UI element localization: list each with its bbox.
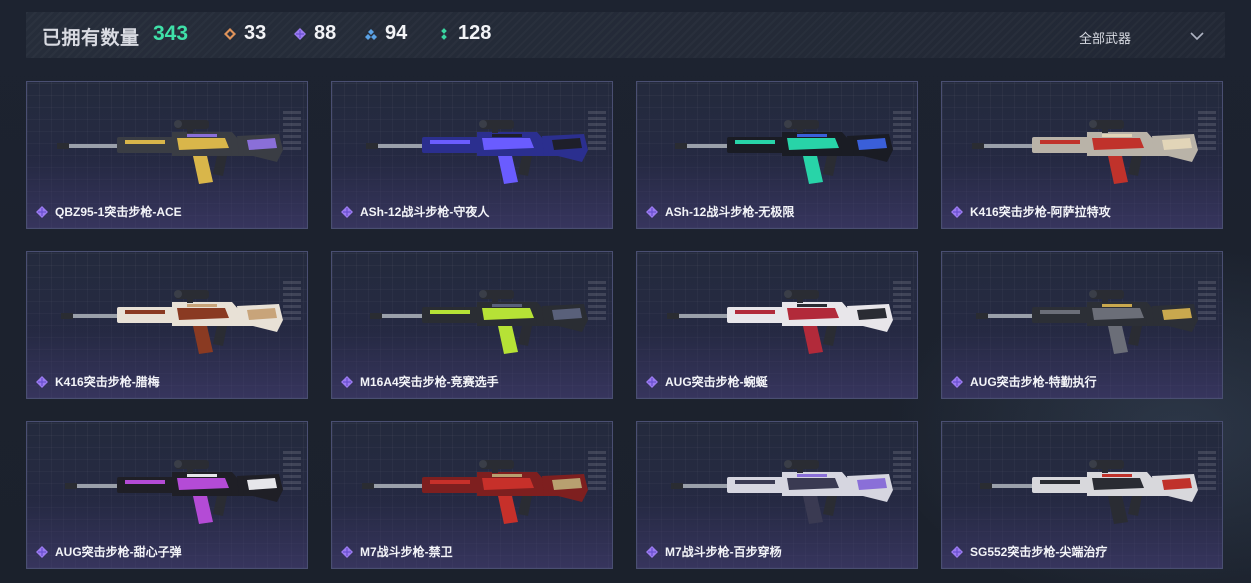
purple-rarity-icon: [341, 545, 353, 558]
weapon-filter-label: 全部武器: [1079, 31, 1132, 46]
weapon-card[interactable]: K416突击步枪-阿萨拉特攻: [941, 81, 1223, 229]
blue-diamond-icon: [363, 26, 379, 42]
weapon-skin-image: [61, 290, 283, 354]
weapon-name: QBZ95-1突击步枪-ACE: [55, 205, 182, 219]
purple-rarity-icon: [646, 375, 658, 388]
purple-rarity-icon: [341, 375, 353, 388]
weapon-name: ASh-12战斗步枪-无极限: [665, 205, 795, 219]
weapon-card[interactable]: AUG突击步枪-蜿蜒: [636, 251, 918, 399]
purple-rarity-icon: [951, 205, 963, 218]
weapon-skin-image: [972, 120, 1198, 184]
weapon-card[interactable]: AUG突击步枪-甜心子弹: [26, 421, 308, 569]
weapon-name-row: ASh-12战斗步枪-无极限: [645, 203, 794, 220]
weapon-name: AUG突击步枪-甜心子弹: [55, 545, 182, 559]
purple-rarity-icon: [646, 205, 658, 218]
collection-header: 已拥有数量 343 33 88 94 128 全部武器: [26, 12, 1225, 58]
rarity-count-green: 128: [458, 22, 492, 44]
purple-rarity-icon: [951, 375, 963, 388]
purple-rarity-icon: [341, 205, 353, 218]
weapon-name: ASh-12战斗步枪-守夜人: [360, 205, 490, 219]
weapon-card[interactable]: SG552突击步枪-尖端治疗: [941, 421, 1223, 569]
weapon-skin-image: [980, 460, 1198, 524]
weapon-skin-image: [671, 460, 893, 524]
chevron-down-icon: [1187, 26, 1207, 46]
green-dots-icon: [436, 26, 452, 42]
orange-diamond-icon: [222, 26, 238, 42]
weapon-skin-image: [667, 290, 893, 354]
weapon-skin-image: [366, 120, 588, 184]
weapon-name: SG552突击步枪-尖端治疗: [970, 545, 1108, 559]
rarity-count-orange: 33: [244, 22, 267, 44]
purple-rarity-icon: [36, 545, 48, 558]
weapon-name: M16A4突击步枪-竞赛选手: [360, 375, 499, 389]
owned-count-value: 343: [153, 22, 189, 45]
weapon-skin-image: [65, 460, 283, 524]
rarity-stat-blue: 94: [363, 22, 407, 45]
weapon-card[interactable]: M16A4突击步枪-竞赛选手: [331, 251, 613, 399]
weapon-name-row: AUG突击步枪-甜心子弹: [35, 543, 182, 560]
weapon-skin-image: [976, 290, 1198, 354]
weapon-card[interactable]: QBZ95-1突击步枪-ACE: [26, 81, 308, 229]
weapon-name: M7战斗步枪-百步穿杨: [665, 545, 782, 559]
weapon-name-row: AUG突击步枪-蜿蜒: [645, 373, 768, 390]
rarity-count-purple: 88: [314, 22, 337, 44]
weapon-name: AUG突击步枪-特勤执行: [970, 375, 1097, 389]
weapon-card[interactable]: ASh-12战斗步枪-守夜人: [331, 81, 613, 229]
weapon-skin-image: [370, 290, 588, 354]
purple-rarity-icon: [36, 375, 48, 388]
rarity-stat-green: 128: [436, 22, 491, 45]
purple-rarity-icon: [951, 545, 963, 558]
owned-count-label: 已拥有数量: [42, 28, 140, 49]
weapon-card[interactable]: M7战斗步枪-禁卫: [331, 421, 613, 569]
rarity-stat-purple: 88: [292, 22, 336, 45]
weapon-card[interactable]: AUG突击步枪-特勤执行: [941, 251, 1223, 399]
rarity-count-blue: 94: [385, 22, 408, 44]
weapon-name-row: SG552突击步枪-尖端治疗: [950, 543, 1107, 560]
weapon-name: K416突击步枪-腊梅: [55, 375, 160, 389]
weapon-name: M7战斗步枪-禁卫: [360, 545, 453, 559]
weapon-name-row: M16A4突击步枪-竞赛选手: [340, 373, 499, 390]
weapon-name-row: K416突击步枪-阿萨拉特攻: [950, 203, 1111, 220]
purple-diamond-icon: [292, 26, 308, 42]
weapon-name-row: K416突击步枪-腊梅: [35, 373, 160, 390]
weapon-card[interactable]: M7战斗步枪-百步穿杨: [636, 421, 918, 569]
weapon-card[interactable]: K416突击步枪-腊梅: [26, 251, 308, 399]
weapon-name-row: M7战斗步枪-禁卫: [340, 543, 453, 560]
purple-rarity-icon: [646, 545, 658, 558]
weapon-name-row: ASh-12战斗步枪-守夜人: [340, 203, 489, 220]
purple-rarity-icon: [36, 205, 48, 218]
weapon-name-row: M7战斗步枪-百步穿杨: [645, 543, 782, 560]
weapon-name: AUG突击步枪-蜿蜒: [665, 375, 768, 389]
weapon-name: K416突击步枪-阿萨拉特攻: [970, 205, 1111, 219]
weapon-card[interactable]: ASh-12战斗步枪-无极限: [636, 81, 918, 229]
rarity-stat-orange: 33: [222, 22, 266, 45]
weapon-skin-image: [57, 120, 283, 184]
weapon-skin-image: [362, 460, 588, 524]
weapon-filter-dropdown[interactable]: 全部武器: [1071, 26, 1211, 46]
weapon-name-row: AUG突击步枪-特勤执行: [950, 373, 1097, 390]
weapon-skin-image: [675, 120, 893, 184]
weapon-name-row: QBZ95-1突击步枪-ACE: [35, 203, 182, 220]
armory-screen: 已拥有数量 343 33 88 94 128 全部武器 QBZ95-1突击步枪-…: [0, 0, 1251, 583]
